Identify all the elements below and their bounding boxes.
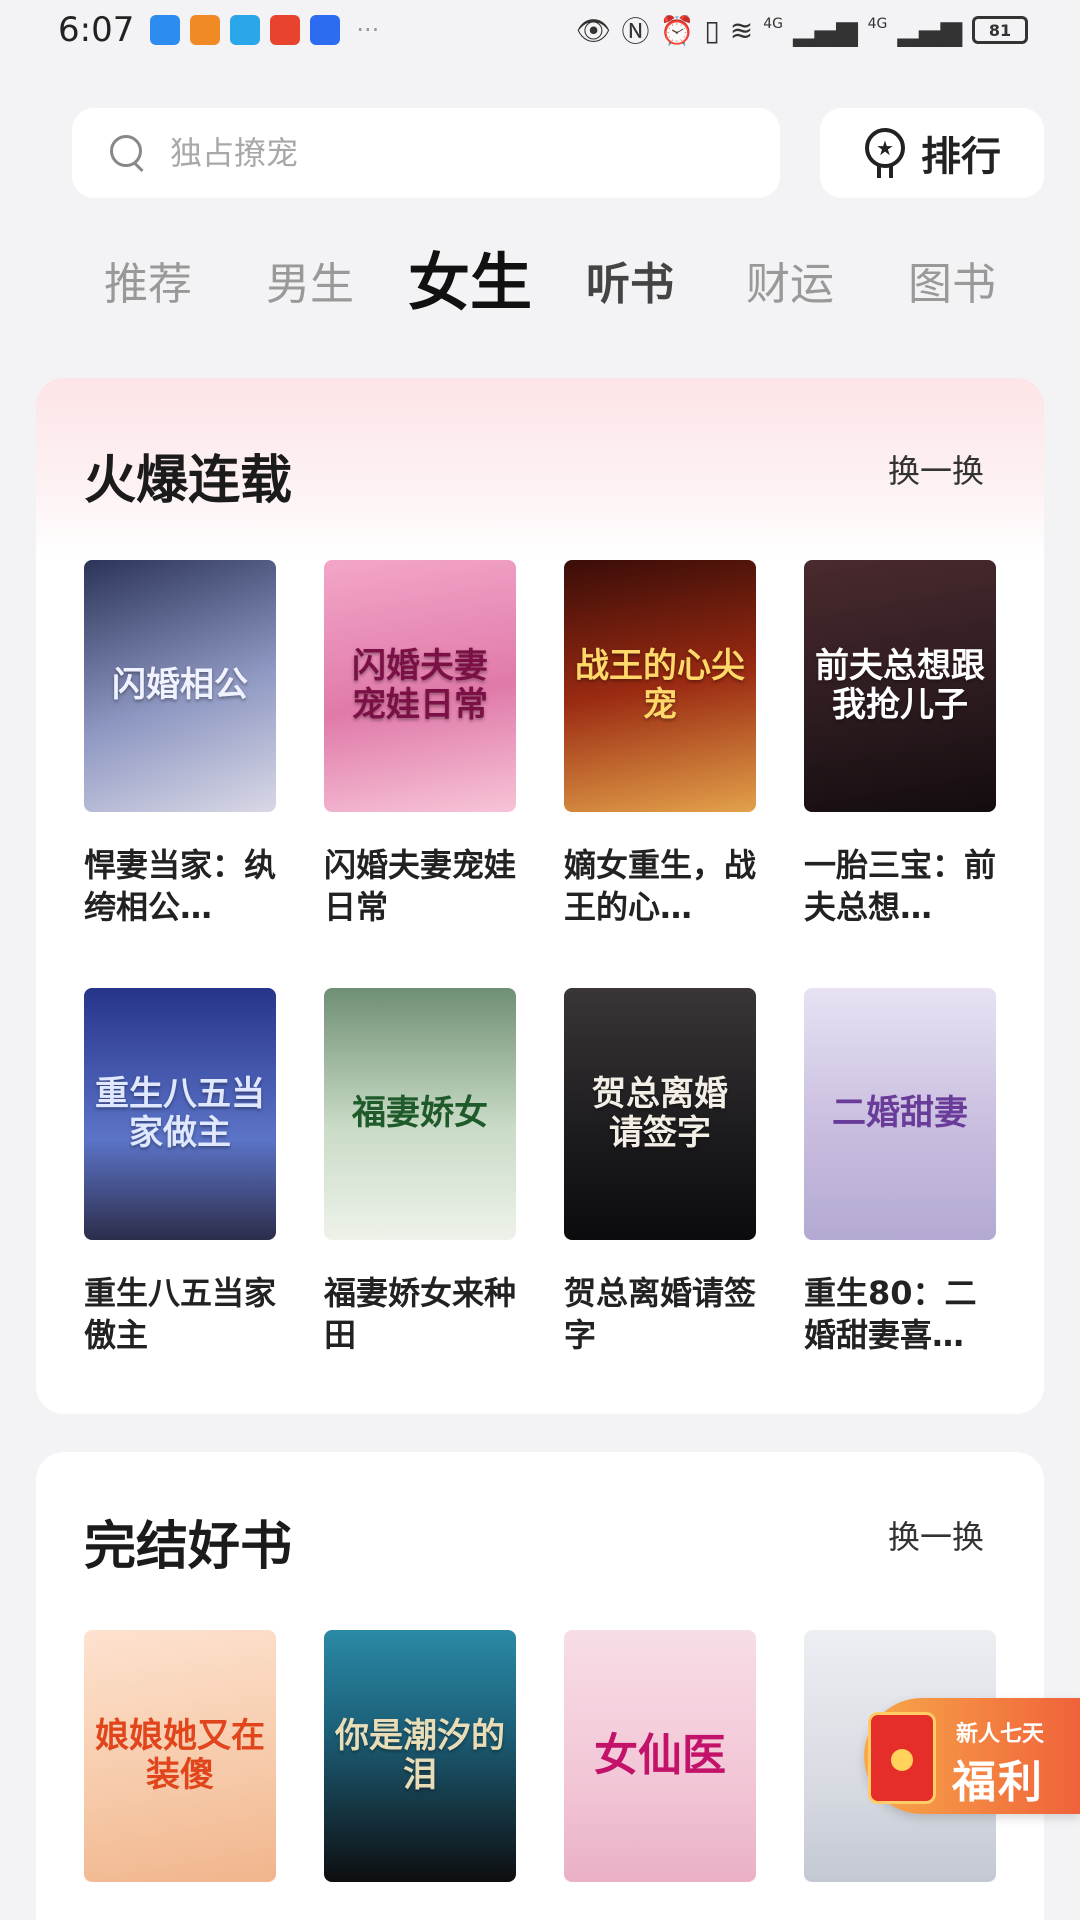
book-cover[interactable]: 女仙医 xyxy=(564,1630,756,1882)
book-card[interactable]: 战王的心尖宠 嫡女重生，战王的心… xyxy=(564,560,756,928)
book-card[interactable]: 闪婚夫妻 宠娃日常 闪婚夫妻宠娃日常 xyxy=(324,560,516,928)
tab-books[interactable]: 图书 xyxy=(908,248,996,312)
rank-button[interactable]: ★ 排行 xyxy=(820,108,1044,198)
notification-icon-5 xyxy=(310,15,341,45)
book-cover[interactable]: 闪婚夫妻 宠娃日常 xyxy=(324,560,516,812)
tab-male[interactable]: 男生 xyxy=(266,248,354,312)
book-card[interactable]: 贺总离婚 请签字 贺总离婚请签字 xyxy=(564,988,756,1356)
cover-text: 福妻娇女 xyxy=(352,1093,488,1134)
book-title[interactable]: 一胎三宝：前夫总想… xyxy=(804,844,996,928)
tab-fortune[interactable]: 财运 xyxy=(746,248,834,312)
refresh-button[interactable]: 换一换 xyxy=(888,446,984,492)
book-cover[interactable]: 前夫总想跟我抢儿子 xyxy=(804,560,996,812)
book-title[interactable]: 福妻娇女来种田 xyxy=(324,1272,516,1356)
cover-text: 你是潮汐的泪 xyxy=(335,1715,505,1795)
category-tabs: 推荐 男生 女生 听书 财运 图书 xyxy=(0,228,1080,319)
book-cover[interactable]: 贺总离婚 请签字 xyxy=(564,988,756,1240)
book-cover[interactable]: 重生八五当家做主 xyxy=(84,988,276,1240)
book-card[interactable]: 二婚甜妻 重生80：二婚甜妻喜… xyxy=(804,988,996,1356)
tab-female[interactable]: 女生 xyxy=(408,232,532,322)
notification-icon-2 xyxy=(190,15,221,45)
cover-text: 战王的心尖宠 xyxy=(575,645,745,725)
vibrate-icon: ▯ xyxy=(704,13,720,47)
signal-icon-2: ▂▄▆ xyxy=(897,13,962,47)
book-cover[interactable]: 闪婚相公 xyxy=(84,560,276,812)
book-card[interactable]: 你是潮汐的泪 xyxy=(324,1630,516,1882)
section-title: 完结好书 xyxy=(84,1517,293,1577)
search-icon xyxy=(108,133,148,173)
book-card[interactable]: 福妻娇女 福妻娇女来种田 xyxy=(324,988,516,1356)
network-label-2: 4G xyxy=(867,16,888,32)
book-card[interactable]: 女仙医 xyxy=(564,1630,756,1882)
book-title[interactable]: 贺总离婚请签字 xyxy=(564,1272,756,1356)
refresh-button[interactable]: 换一换 xyxy=(888,1512,984,1558)
book-card[interactable]: 娘娘她又在装傻 xyxy=(84,1630,276,1882)
notification-icon-1 xyxy=(150,15,181,45)
red-envelope-icon xyxy=(868,1712,936,1804)
book-cover[interactable]: 福妻娇女 xyxy=(324,988,516,1240)
status-time: 6:07 xyxy=(58,10,135,50)
cover-text: 重生八五当家做主 xyxy=(95,1073,265,1153)
rank-button-label: 排行 xyxy=(921,134,1001,180)
signal-icon-1: ▂▄▆ xyxy=(793,13,858,47)
cover-text: 娘娘她又在装傻 xyxy=(95,1715,265,1795)
cover-text: 二婚甜妻 xyxy=(832,1093,968,1134)
book-title[interactable]: 嫡女重生，战王的心… xyxy=(564,844,756,928)
book-cover[interactable]: 娘娘她又在装傻 xyxy=(84,1630,276,1882)
cover-text: 闪婚相公 xyxy=(112,665,248,706)
book-cover[interactable]: 二婚甜妻 xyxy=(804,988,996,1240)
section-title: 火爆连载 xyxy=(84,451,293,511)
status-bar: 6:07 ··· 👁 Ⓝ ⏰ ▯ ≋ 4G ▂▄▆ 4G ▂▄▆ 81 xyxy=(0,0,1080,60)
cover-text: 前夫总想跟我抢儿子 xyxy=(815,645,985,725)
nfc-icon: Ⓝ xyxy=(621,15,650,48)
book-title[interactable]: 悍妻当家：纨绔相公… xyxy=(84,844,276,928)
hot-serials-section: 火爆连载 换一换 闪婚相公 悍妻当家：纨绔相公… 闪婚夫妻 宠娃日常 闪婚夫妻宠… xyxy=(36,378,1044,1414)
book-title[interactable]: 重生80：二婚甜妻喜… xyxy=(804,1272,996,1356)
eye-icon: 👁 xyxy=(575,13,612,47)
search-bar[interactable] xyxy=(72,108,780,198)
completed-books-section: 完结好书 换一换 娘娘她又在装傻 你是潮汐的泪 女仙医 xyxy=(36,1452,1044,1920)
search-input[interactable] xyxy=(170,134,690,172)
notification-icon-4 xyxy=(270,15,301,45)
status-right: 👁 Ⓝ ⏰ ▯ ≋ 4G ▂▄▆ 4G ▂▄▆ 81 xyxy=(576,10,1028,50)
tab-audiobook[interactable]: 听书 xyxy=(586,248,674,312)
new-user-welfare-badge[interactable]: 新人七天 福利 xyxy=(864,1698,1080,1814)
book-cover[interactable]: 战王的心尖宠 xyxy=(564,560,756,812)
welfare-subtitle: 新人七天 xyxy=(956,1722,1045,1747)
network-label-1: 4G xyxy=(763,16,784,32)
medal-icon: ★ xyxy=(863,128,907,178)
welfare-title: 福利 xyxy=(952,1757,1044,1808)
wifi-icon: ≋ xyxy=(729,13,754,47)
book-title[interactable]: 重生八五当家傲主 xyxy=(84,1272,276,1356)
notification-icon-3 xyxy=(230,15,261,45)
book-title[interactable]: 闪婚夫妻宠娃日常 xyxy=(324,844,516,928)
tab-recommend[interactable]: 推荐 xyxy=(104,248,192,312)
more-notifications-icon: ··· xyxy=(356,16,380,44)
status-left: 6:07 ··· xyxy=(58,10,379,50)
book-cover[interactable]: 你是潮汐的泪 xyxy=(324,1630,516,1882)
book-card[interactable]: 闪婚相公 悍妻当家：纨绔相公… xyxy=(84,560,276,928)
battery-icon: 81 xyxy=(972,16,1028,44)
alarm-icon: ⏰ xyxy=(659,13,695,47)
cover-text: 女仙医 xyxy=(594,1729,726,1781)
cover-text: 贺总离婚 请签字 xyxy=(592,1073,728,1153)
book-card[interactable]: 重生八五当家做主 重生八五当家傲主 xyxy=(84,988,276,1356)
book-card[interactable]: 前夫总想跟我抢儿子 一胎三宝：前夫总想… xyxy=(804,560,996,928)
cover-text: 闪婚夫妻 宠娃日常 xyxy=(352,645,488,725)
